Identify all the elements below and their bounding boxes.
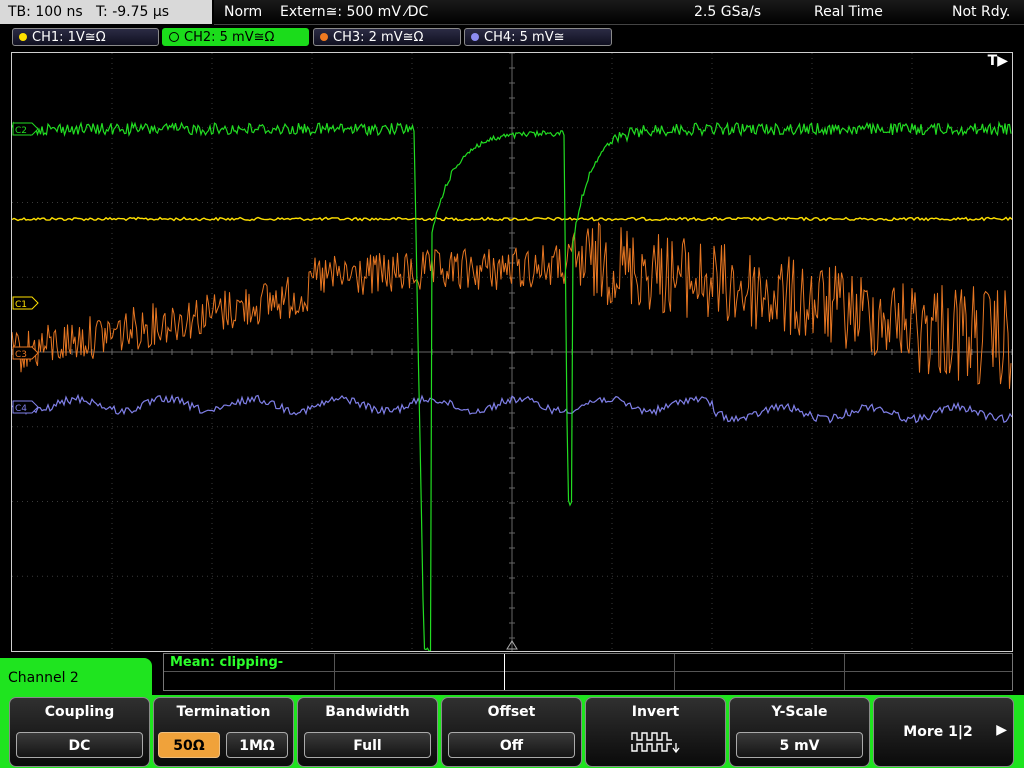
coupling-softkey[interactable]: Coupling DC — [9, 697, 150, 767]
channel-markers: C2 C1 C3 C4 — [12, 122, 518, 650]
tab-ch4[interactable]: CH4: 5 mV≅ — [464, 28, 612, 46]
bandwidth-value[interactable]: Full — [304, 732, 431, 758]
measurement-col-divider — [334, 654, 335, 690]
ch3-label: CH3: 2 mV≅Ω — [333, 30, 424, 45]
measurement-bar[interactable]: Mean: clipping- — [163, 653, 1013, 691]
invert-title: Invert — [631, 704, 680, 720]
ch3-color-dot — [320, 32, 328, 41]
invert-waveform-icon — [631, 732, 680, 754]
acquisition-mode: Real Time — [814, 4, 883, 20]
yscale-softkey[interactable]: Y-Scale 5 mV — [729, 697, 870, 767]
ch1-label: CH1: 1V≅Ω — [32, 30, 106, 45]
termination-1mohm-option[interactable]: 1MΩ — [226, 732, 288, 758]
sample-rate: 2.5 GSa/s — [694, 4, 762, 20]
channel-offset-label: C3 — [15, 350, 27, 360]
coupling-value[interactable]: DC — [16, 732, 143, 758]
termination-50ohm-option[interactable]: 50Ω — [158, 732, 220, 758]
offset-softkey[interactable]: Offset Off — [441, 697, 582, 767]
yscale-title: Y-Scale — [771, 704, 828, 720]
channel-offset-label: C1 — [15, 300, 27, 310]
measurement-col-divider — [844, 654, 845, 690]
more-softkey[interactable]: More 1|2 ▶ — [873, 697, 1014, 767]
waveform-display[interactable]: C2 C1 C3 C4 T▶ — [11, 52, 1013, 652]
ch2-label: CH2: 5 mV≅Ω — [184, 30, 275, 45]
yscale-value[interactable]: 5 mV — [736, 732, 863, 758]
bandwidth-softkey[interactable]: Bandwidth Full — [297, 697, 438, 767]
ch2-color-dot — [169, 31, 179, 42]
coupling-title: Coupling — [44, 704, 115, 720]
termination-softkey[interactable]: Termination 50Ω 1MΩ — [153, 697, 294, 767]
next-page-arrow-icon: ▶ — [996, 722, 1007, 738]
timebase-readout[interactable]: TB: 100 ns T: -9.75 µs — [0, 0, 212, 24]
measurement-divider — [164, 671, 1012, 672]
measurement-text: Mean: clipping- — [170, 655, 284, 670]
tab-ch2[interactable]: CH2: 5 mV≅Ω — [162, 28, 309, 46]
channel-offset-label: C4 — [15, 404, 27, 414]
trigger-time-value: T: -9.75 µs — [96, 4, 170, 20]
menu-title: Channel 2 — [0, 658, 152, 698]
timebase-value: TB: 100 ns — [8, 4, 83, 20]
trigger-position-marker[interactable]: T▶ — [988, 53, 1008, 69]
waveform-svg: C2 C1 C3 C4 — [12, 53, 1012, 651]
ch1-color-dot — [19, 32, 27, 41]
ch4-label: CH4: 5 mV≅ — [484, 30, 565, 45]
more-label: More 1|2 — [903, 724, 973, 740]
tab-ch1[interactable]: CH1: 1V≅Ω — [12, 28, 159, 46]
ch4-color-dot — [471, 32, 479, 41]
measurement-center-line — [504, 654, 505, 690]
graticule — [12, 53, 1012, 651]
trigger-source[interactable]: Extern≅: 500 mV ⁄DC — [280, 0, 428, 24]
invert-softkey[interactable]: Invert — [585, 697, 726, 767]
trigger-mode[interactable]: Norm — [224, 0, 262, 24]
offset-value[interactable]: Off — [448, 732, 575, 758]
channel-offset-label: C2 — [15, 126, 27, 136]
tab-ch3[interactable]: CH3: 2 mV≅Ω — [313, 28, 461, 46]
bandwidth-title: Bandwidth — [325, 704, 410, 720]
measurement-col-divider — [674, 654, 675, 690]
termination-title: Termination — [176, 704, 271, 720]
offset-title: Offset — [487, 704, 536, 720]
ready-state: Not Rdy. — [952, 4, 1011, 20]
